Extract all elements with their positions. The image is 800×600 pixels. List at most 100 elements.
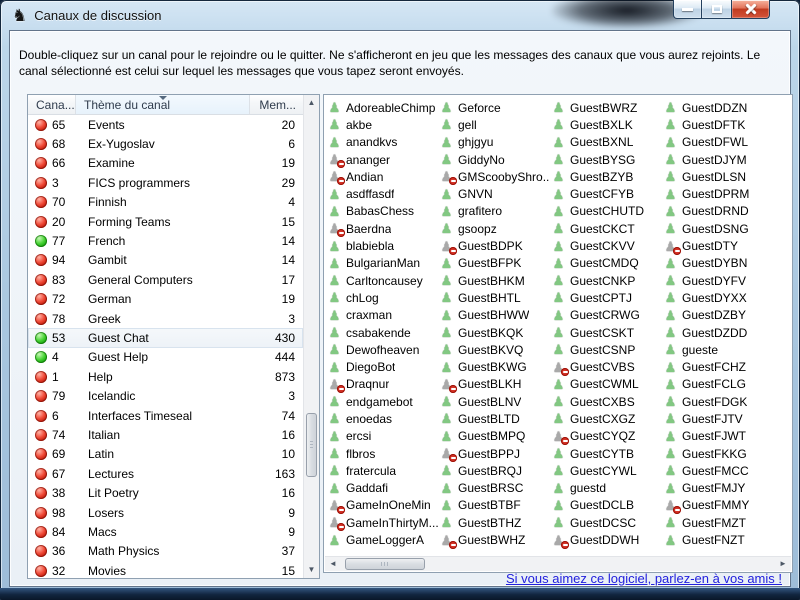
user-item[interactable]: ♟GuestBHKM	[440, 272, 551, 289]
user-item[interactable]: ♟GuestDFWL	[664, 134, 775, 151]
channel-row[interactable]: 70Finnish4	[28, 193, 303, 212]
user-item[interactable]: ♟AdoreableChimp	[328, 99, 439, 116]
user-item[interactable]: ♟GuestBKVQ	[440, 341, 551, 358]
user-item[interactable]: ♟GuestDYBN	[664, 255, 775, 272]
column-header-theme[interactable]: Thème du canal	[76, 95, 250, 114]
user-item[interactable]: ♟GuestCYWL	[552, 462, 663, 479]
user-item[interactable]: ♟GuestFMZT	[664, 514, 775, 531]
user-item[interactable]: ♟ananger	[328, 151, 439, 168]
user-item[interactable]: ♟GuestCXBS	[552, 393, 663, 410]
users-horizontal-scrollbar[interactable]: ◄ ►	[325, 556, 791, 571]
user-item[interactable]: ♟GuestDCLB	[552, 497, 663, 514]
user-item[interactable]: ♟GuestBKQK	[440, 324, 551, 341]
user-item[interactable]: ♟asdffasdf	[328, 185, 439, 202]
channel-row[interactable]: 68Ex-Yugoslav6	[28, 134, 303, 153]
scroll-right-arrow-icon[interactable]: ►	[775, 557, 791, 571]
user-item[interactable]: ♟GuestBWRZ	[552, 99, 663, 116]
user-item[interactable]: ♟Baerdna	[328, 220, 439, 237]
user-item[interactable]: ♟Carltoncausey	[328, 272, 439, 289]
close-button[interactable]	[732, 0, 770, 19]
user-item[interactable]: ♟GuestBLNV	[440, 393, 551, 410]
user-item[interactable]: ♟akbe	[328, 116, 439, 133]
user-item[interactable]: ♟GuestCVBS	[552, 358, 663, 375]
channel-row[interactable]: 72German19	[28, 290, 303, 309]
user-item[interactable]: ♟GuestCFYB	[552, 185, 663, 202]
user-item[interactable]: ♟GuestCYQZ	[552, 428, 663, 445]
user-item[interactable]: ♟GiddyNo	[440, 151, 551, 168]
user-item[interactable]: ♟GuestBTBF	[440, 497, 551, 514]
channel-row[interactable]: 3FICS programmers29	[28, 173, 303, 192]
user-item[interactable]: ♟gsoopz	[440, 220, 551, 237]
channel-row[interactable]: 20Forming Teams15	[28, 212, 303, 231]
user-item[interactable]: ♟GuestBHTL	[440, 289, 551, 306]
channel-row[interactable]: 1Help873	[28, 367, 303, 386]
user-item[interactable]: ♟GuestDSNG	[664, 220, 775, 237]
user-item[interactable]: ♟GuestDYFV	[664, 272, 775, 289]
vertical-scrollbar-thumb[interactable]	[306, 413, 317, 477]
channel-row[interactable]: 65Events20	[28, 115, 303, 134]
user-item[interactable]: ♟BulgarianMan	[328, 255, 439, 272]
user-item[interactable]: ♟GuestCWML	[552, 376, 663, 393]
user-item[interactable]: ♟GuestBXLK	[552, 116, 663, 133]
user-item[interactable]: ♟GuestCMDQ	[552, 255, 663, 272]
channels-vertical-scrollbar[interactable]: ▲ ▼	[303, 95, 319, 578]
user-item[interactable]: ♟GuestDCSC	[552, 514, 663, 531]
user-item[interactable]: ♟GuestBWHZ	[440, 531, 551, 548]
user-item[interactable]: ♟GuestCYTB	[552, 445, 663, 462]
user-item[interactable]: ♟GNVN	[440, 185, 551, 202]
user-item[interactable]: ♟chLog	[328, 289, 439, 306]
user-item[interactable]: ♟GuestDFTK	[664, 116, 775, 133]
user-item[interactable]: ♟GuestDDWH	[552, 531, 663, 548]
channel-row[interactable]: 6Interfaces Timeseal74	[28, 406, 303, 425]
channel-row[interactable]: 38Lit Poetry16	[28, 483, 303, 502]
scroll-down-arrow-icon[interactable]: ▼	[304, 562, 319, 578]
user-item[interactable]: ♟GuestDZDD	[664, 324, 775, 341]
user-item[interactable]: ♟Andian	[328, 168, 439, 185]
user-item[interactable]: ♟GuestDDZN	[664, 99, 775, 116]
maximize-button[interactable]	[702, 0, 732, 19]
user-item[interactable]: ♟GuestBKWG	[440, 358, 551, 375]
user-item[interactable]: ♟gell	[440, 116, 551, 133]
minimize-button[interactable]	[673, 0, 702, 19]
user-item[interactable]: ♟GuestFCHZ	[664, 358, 775, 375]
user-item[interactable]: ♟GuestBRSC	[440, 480, 551, 497]
user-item[interactable]: ♟GuestDPRM	[664, 185, 775, 202]
user-item[interactable]: ♟GuestCRWG	[552, 307, 663, 324]
channel-row[interactable]: 67Lectures163	[28, 464, 303, 483]
channel-row[interactable]: 53Guest Chat430	[28, 328, 303, 347]
user-item[interactable]: ♟GuestBLTD	[440, 410, 551, 427]
user-item[interactable]: ♟GuestBMPQ	[440, 428, 551, 445]
user-item[interactable]: ♟GuestCPTJ	[552, 289, 663, 306]
channel-row[interactable]: 84Macs9	[28, 522, 303, 541]
scroll-up-arrow-icon[interactable]: ▲	[304, 95, 319, 111]
column-header-channel[interactable]: Cana...	[28, 95, 76, 114]
user-item[interactable]: ♟GuestDZBY	[664, 307, 775, 324]
channel-row[interactable]: 69Latin10	[28, 445, 303, 464]
user-item[interactable]: ♟GuestBXNL	[552, 134, 663, 151]
user-item[interactable]: ♟GuestBTHZ	[440, 514, 551, 531]
user-item[interactable]: ♟GameInThirtyM...	[328, 514, 439, 531]
user-item[interactable]: ♟GuestBYSG	[552, 151, 663, 168]
user-item[interactable]: ♟GuestCSNP	[552, 341, 663, 358]
channel-row[interactable]: 4Guest Help444	[28, 348, 303, 367]
user-item[interactable]: ♟GuestDTY	[664, 237, 775, 254]
user-item[interactable]: ♟grafitero	[440, 203, 551, 220]
channel-row[interactable]: 32Movies15	[28, 561, 303, 578]
user-item[interactable]: ♟endgamebot	[328, 393, 439, 410]
user-item[interactable]: ♟GuestFJTV	[664, 410, 775, 427]
user-item[interactable]: ♟GuestCKVV	[552, 237, 663, 254]
user-item[interactable]: ♟GuestBHWW	[440, 307, 551, 324]
channel-row[interactable]: 98Losers9	[28, 503, 303, 522]
channel-row[interactable]: 78Greek3	[28, 309, 303, 328]
user-item[interactable]: ♟blabiebla	[328, 237, 439, 254]
user-item[interactable]: ♟GameInOneMin	[328, 497, 439, 514]
user-item[interactable]: ♟BabasChess	[328, 203, 439, 220]
user-item[interactable]: ♟DiegoBot	[328, 358, 439, 375]
channel-row[interactable]: 79Icelandic3	[28, 386, 303, 405]
user-item[interactable]: ♟GuestBLKH	[440, 376, 551, 393]
user-item[interactable]: ♟Gaddafi	[328, 480, 439, 497]
tell-your-friends-link[interactable]: Si vous aimez ce logiciel, parlez-en à v…	[506, 571, 782, 586]
user-item[interactable]: ♟GuestFMJY	[664, 480, 775, 497]
user-item[interactable]: ♟GuestDYXX	[664, 289, 775, 306]
column-header-members[interactable]: Mem...	[250, 95, 303, 114]
